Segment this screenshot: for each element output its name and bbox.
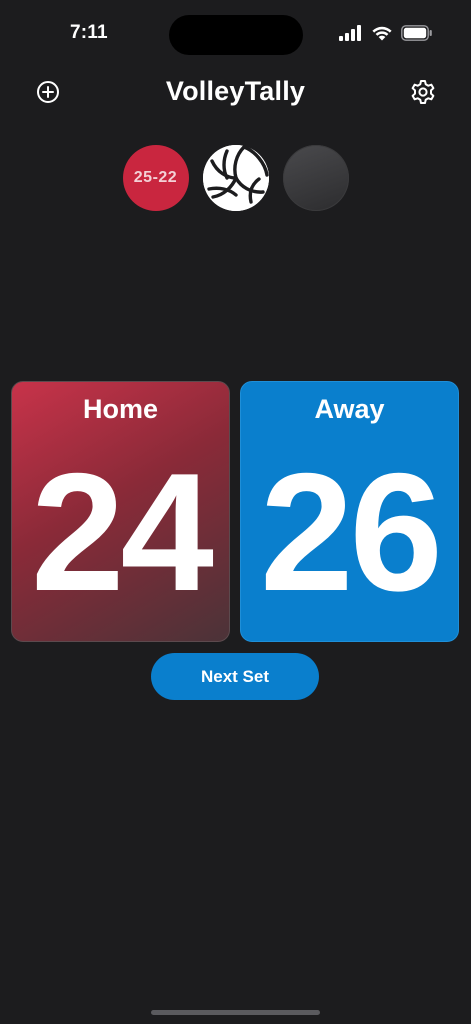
wifi-icon xyxy=(372,26,392,41)
status-time: 7:11 xyxy=(70,22,108,43)
home-score: 24 xyxy=(31,438,214,626)
away-team-name: Away xyxy=(314,394,385,424)
gear-icon xyxy=(411,80,435,104)
settings-button[interactable] xyxy=(409,78,437,106)
home-indicator[interactable] xyxy=(151,1010,320,1015)
away-score: 26 xyxy=(260,438,443,626)
status-bar: 7:11 xyxy=(0,0,471,70)
cellular-signal-icon xyxy=(339,25,361,41)
next-set-button[interactable]: Next Set xyxy=(151,653,319,700)
set-chip-1[interactable]: 25-22 xyxy=(122,145,189,211)
home-team-name: Home xyxy=(82,394,158,424)
set-chip-3[interactable] xyxy=(282,145,349,211)
battery-icon xyxy=(401,25,432,41)
home-score-card[interactable]: Home 24 xyxy=(11,381,230,642)
app-title: VolleyTally xyxy=(165,76,306,106)
header: VolleyTally xyxy=(0,70,471,120)
status-icons xyxy=(339,25,433,41)
set-chip-2[interactable] xyxy=(202,145,269,211)
volleyball-icon xyxy=(202,145,269,211)
away-score-card[interactable]: Away 26 xyxy=(240,381,459,642)
set-history: 25-22 xyxy=(0,145,471,211)
dynamic-island xyxy=(169,15,303,55)
set-score-label: 25-22 xyxy=(133,169,178,186)
